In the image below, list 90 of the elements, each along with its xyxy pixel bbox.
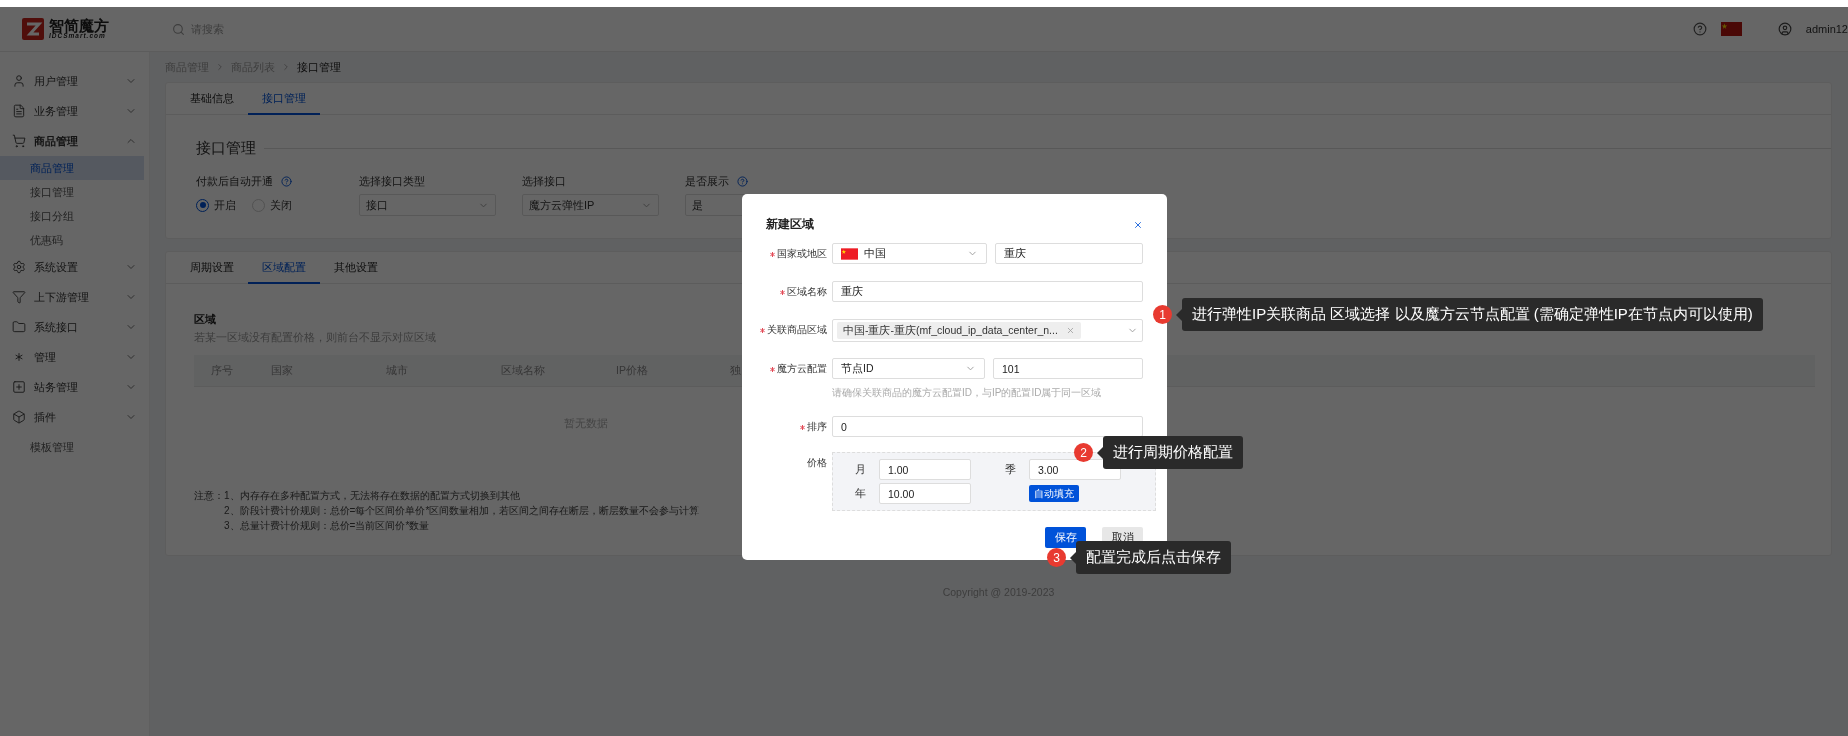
field-label: 选择接口类型 — [359, 173, 425, 189]
tab[interactable]: 区域配置 — [248, 252, 320, 284]
tag[interactable]: 中国-重庆-重庆(mf_cloud_ip_data_center_n... — [837, 322, 1081, 339]
help-icon[interactable] — [281, 175, 292, 187]
sidebar-item[interactable]: 系统设置 — [0, 252, 149, 282]
select-field[interactable]: 接口 — [359, 194, 496, 216]
required-icon — [770, 251, 775, 257]
multi-select-field[interactable]: 中国-重庆-重庆(mf_cloud_ip_data_center_n... — [832, 319, 1143, 342]
sidebar-item[interactable]: 用户管理 — [0, 66, 149, 96]
notes-label: 注意： — [194, 489, 224, 503]
save-button[interactable]: 保存 — [1045, 527, 1086, 548]
autofill-button[interactable]: 自动填充 — [1029, 485, 1079, 502]
cart-icon — [12, 134, 26, 148]
callout-tooltip: 进行周期价格配置 — [1097, 436, 1243, 469]
pointer-icon — [1097, 446, 1103, 459]
required-icon — [760, 327, 765, 333]
required-icon — [800, 424, 805, 430]
field-label: 付款后自动开通 — [196, 173, 273, 189]
input-field[interactable]: 重庆 — [995, 243, 1143, 264]
sidebar-item[interactable]: 站务管理 — [0, 372, 149, 402]
sidebar-item[interactable]: 插件 — [0, 402, 149, 432]
asterisk-icon — [12, 350, 26, 364]
logo-title: 智简魔方 — [49, 18, 109, 34]
field-label: 选择接口 — [522, 173, 566, 189]
field-label: 区域名称 — [787, 285, 827, 299]
field-label: 是否展示 — [685, 173, 729, 189]
cube-icon — [12, 410, 26, 424]
note-text: 2、阶段计费计价规则：总价=每个区间价单价*区间数量相加，若区间之间存在断层，断层数量不会参与计算 — [224, 504, 700, 518]
radio-option[interactable]: 关闭 — [252, 197, 292, 213]
required-icon — [780, 289, 785, 295]
sidebar-item[interactable]: 商品管理 — [0, 126, 149, 156]
price-input[interactable]: 10.00 — [879, 483, 971, 504]
user-name[interactable]: admin12 — [1805, 23, 1848, 35]
field-label: 关联商品区域 — [767, 323, 827, 337]
sidebar-item[interactable]: 上下游管理 — [0, 282, 149, 312]
tab[interactable]: 周期设置 — [176, 252, 248, 284]
region-title: 区域 — [194, 312, 216, 327]
input-field[interactable]: 101 — [993, 358, 1143, 379]
field-label: 价格 — [807, 456, 827, 470]
help-icon[interactable] — [737, 175, 748, 187]
separator-icon — [215, 62, 225, 72]
note-text: 3、总量计费计价规则：总价=当前区间价*数量 — [224, 519, 431, 533]
sidebar-item[interactable]: 管理 — [0, 342, 149, 372]
close-button[interactable] — [1133, 219, 1143, 230]
funnel-icon — [12, 290, 26, 304]
sidebar-subitem[interactable]: 优惠码 — [0, 228, 144, 252]
callout-tooltip: 进行弹性IP关联商品 区域选择 以及魔方云节点配置 (需确定弹性IP在节点内可以使用) — [1176, 298, 1763, 331]
sidebar-item[interactable]: 模板管理 — [0, 432, 149, 462]
search-icon — [172, 22, 185, 36]
flag-icon — [841, 247, 858, 260]
separator-icon — [281, 62, 291, 72]
section-title: 接口管理 — [196, 139, 256, 158]
help-icon[interactable] — [1692, 22, 1707, 36]
document-icon — [12, 104, 26, 118]
price-input[interactable]: 1.00 — [879, 459, 971, 480]
select-field[interactable]: 节点ID — [832, 358, 985, 379]
tab[interactable]: 基础信息 — [176, 83, 248, 115]
field-label: 魔方云配置 — [777, 362, 827, 376]
period-label: 季 — [1005, 462, 1015, 477]
sidebar-item[interactable]: 业务管理 — [0, 96, 149, 126]
sidebar-subitem[interactable]: 接口管理 — [0, 180, 144, 204]
remove-icon — [1065, 326, 1075, 335]
pointer-icon — [1070, 551, 1076, 564]
period-label: 月 — [855, 462, 865, 477]
square-plus-icon — [12, 380, 26, 394]
dialog-title: 新建区域 — [766, 216, 814, 233]
breadcrumb-link[interactable]: 接口管理 — [297, 59, 341, 75]
sidebar-subitem[interactable]: 商品管理 — [0, 156, 144, 180]
user-icon[interactable] — [1777, 22, 1792, 36]
tab[interactable]: 接口管理 — [248, 83, 320, 115]
pointer-icon — [1176, 308, 1182, 321]
sidebar-item[interactable]: 系统接口 — [0, 312, 149, 342]
select-field[interactable]: 魔方云弹性IP — [522, 194, 659, 216]
user-icon — [12, 74, 26, 88]
input-field[interactable]: 重庆 — [832, 281, 1143, 302]
flag-icon[interactable] — [1720, 22, 1742, 36]
input-field[interactable]: 0 — [832, 416, 1143, 437]
field-label: 国家或地区 — [777, 247, 827, 261]
select-field[interactable]: 中国 — [832, 243, 987, 264]
price-input[interactable]: 3.00 — [1029, 459, 1121, 480]
period-label: 年 — [855, 486, 865, 501]
logo-icon — [22, 18, 44, 40]
radio-option[interactable]: 开启 — [196, 197, 236, 213]
field-label: 排序 — [807, 420, 827, 434]
tab[interactable]: 其他设置 — [320, 252, 392, 284]
required-icon — [770, 366, 775, 372]
note-text: 1、内存存在多种配置方式，无法将存在数据的配置方式切换到其他 — [224, 489, 521, 503]
sidebar-subitem[interactable]: 接口分组 — [0, 204, 144, 228]
gear-icon — [12, 260, 26, 274]
folder-icon — [12, 320, 26, 334]
